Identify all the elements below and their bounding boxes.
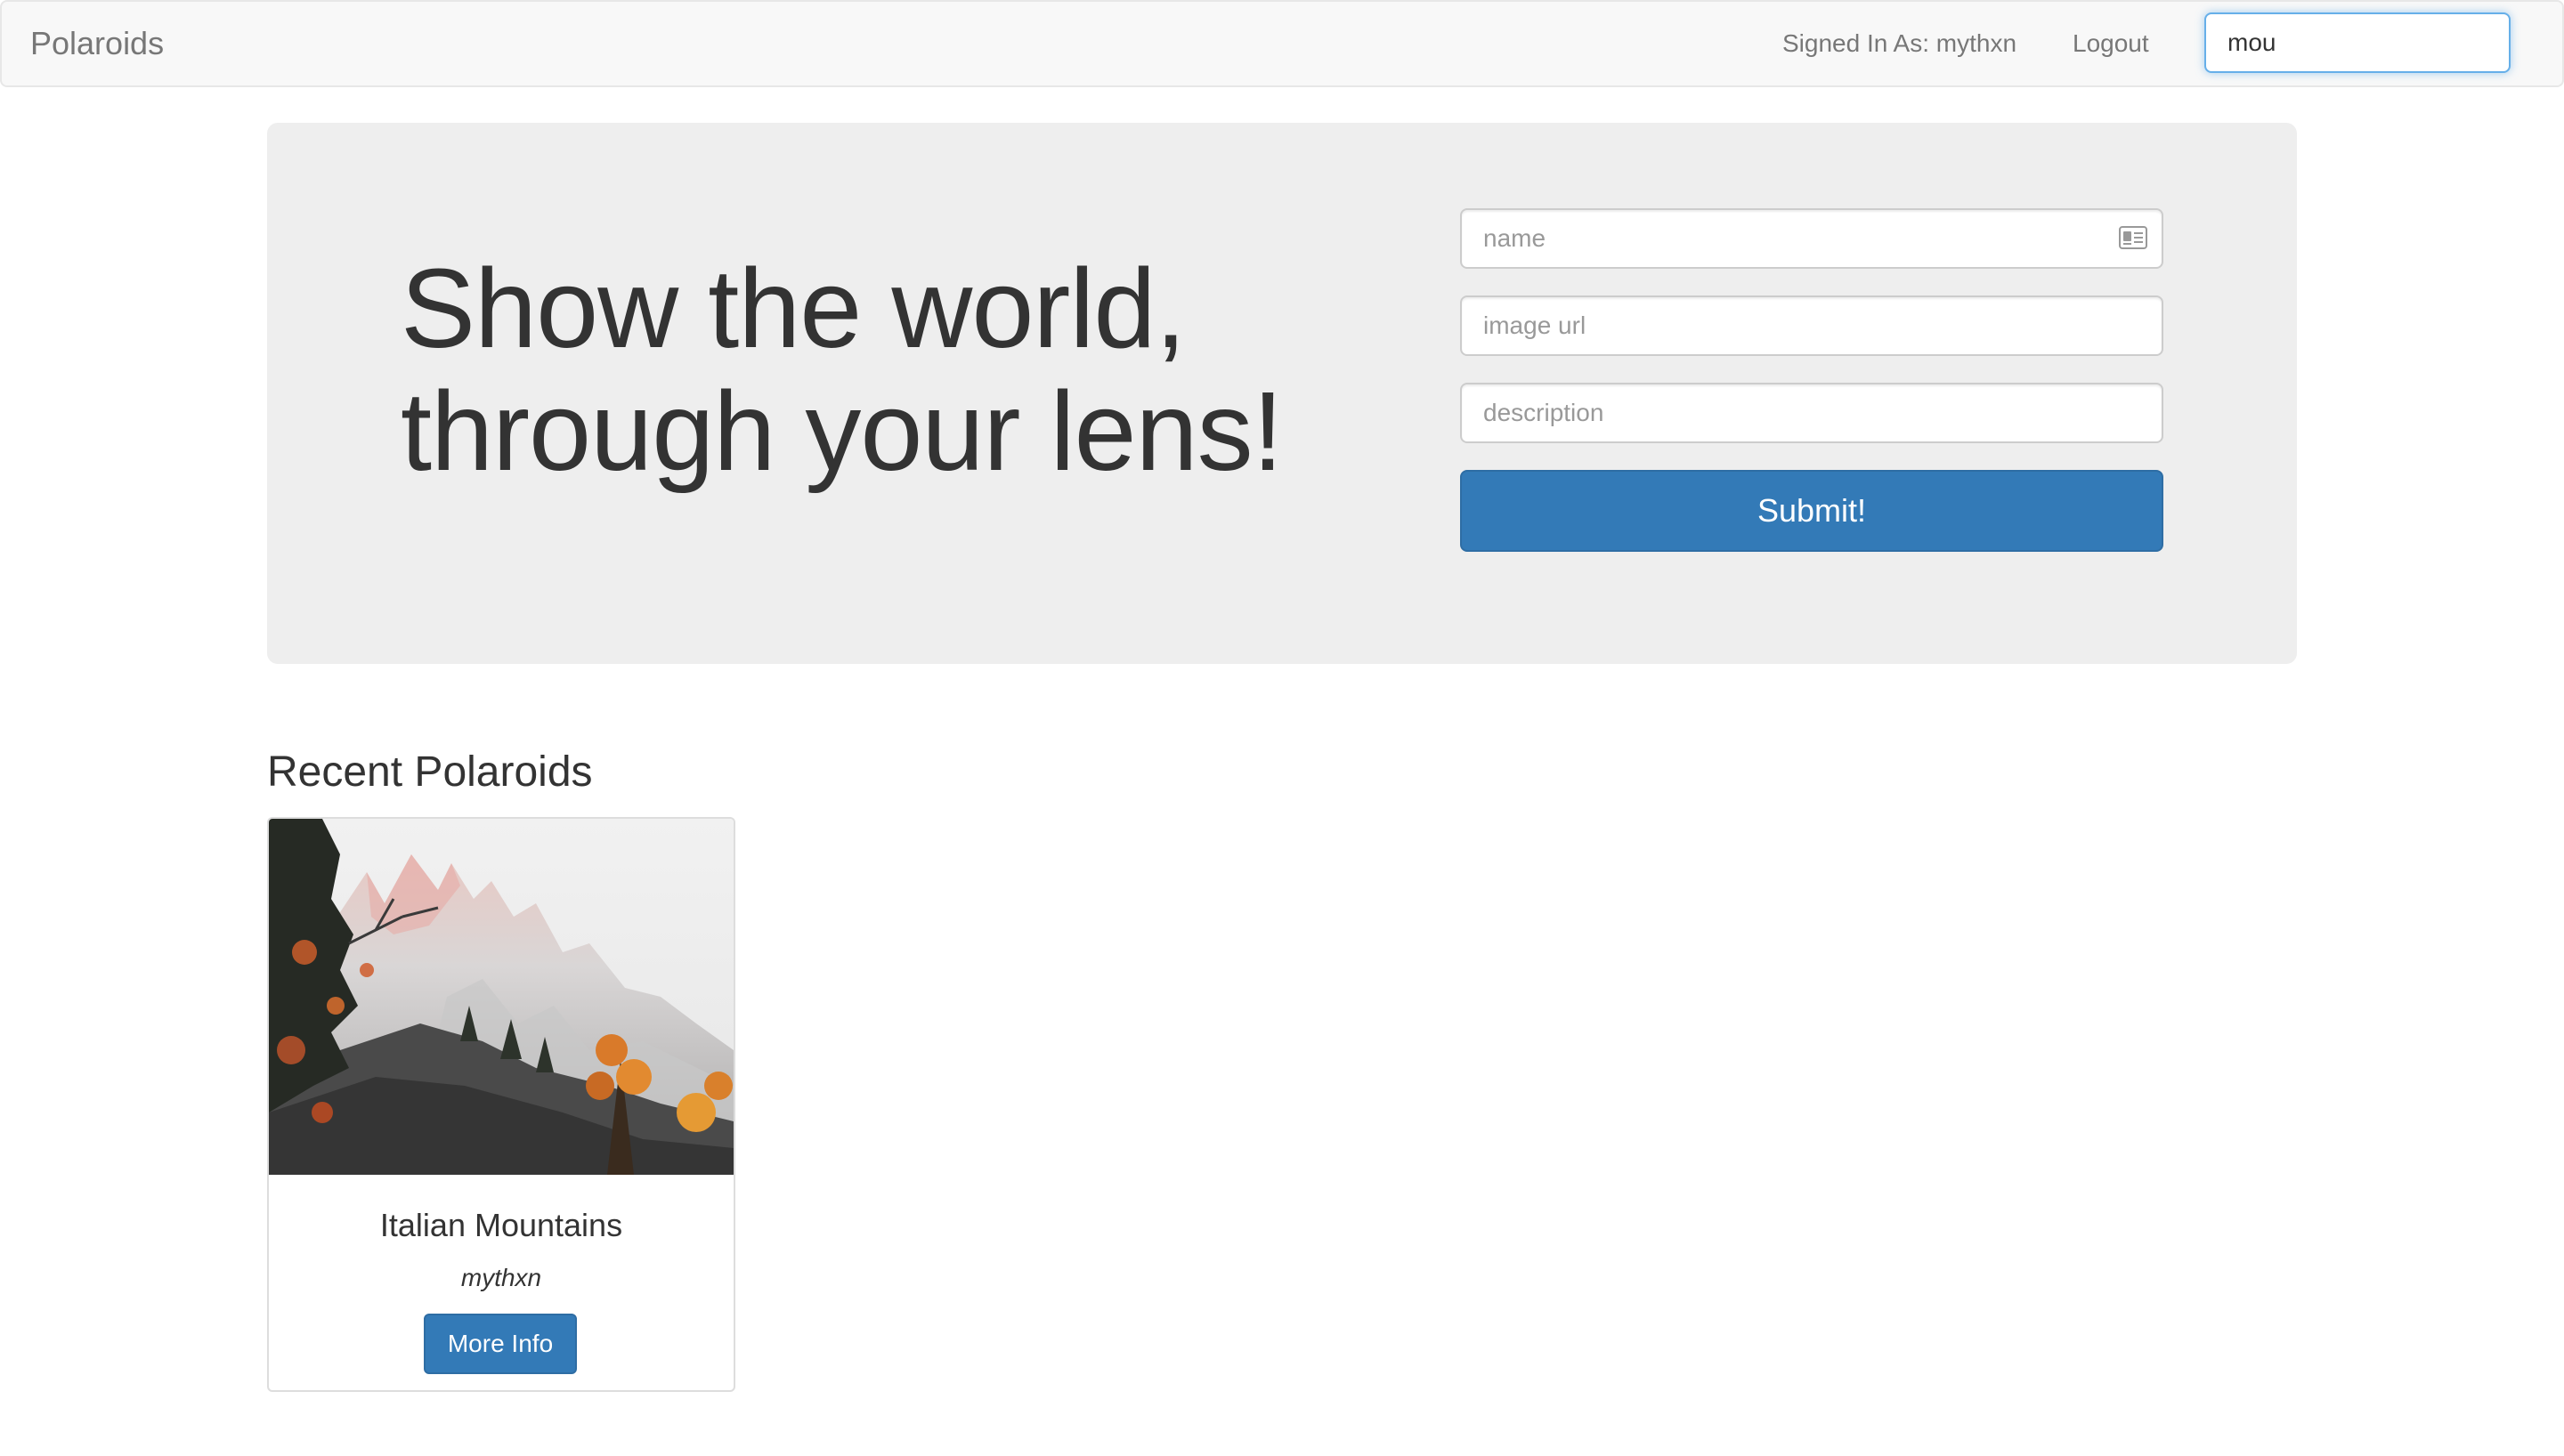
submit-button[interactable]: Submit! (1460, 470, 2163, 552)
search-input[interactable] (2204, 12, 2511, 73)
signed-in-text: Signed In As: mythxn (1782, 29, 2017, 57)
hero-headline: Show the world, through your lens! (401, 247, 1380, 493)
hero-headline-line1: Show the world, (401, 246, 1186, 371)
new-polaroid-form: Submit! (1460, 208, 2163, 552)
hero-jumbotron: Show the world, through your lens! Submi… (267, 123, 2297, 664)
description-input[interactable] (1460, 383, 2163, 443)
description-field-wrapper (1460, 383, 2163, 443)
navbar: Polaroids Signed In As: mythxn Logout (0, 0, 2564, 87)
name-field-wrapper (1460, 208, 2163, 269)
hero-headline-line2: through your lens! (401, 368, 1284, 494)
polaroid-card: Italian Mountains mythxn More Info (267, 817, 735, 1392)
brand-link[interactable]: Polaroids (30, 2, 164, 85)
polaroid-author: mythxn (460, 1264, 542, 1291)
name-input[interactable] (1460, 208, 2163, 269)
recent-polaroids-heading: Recent Polaroids (267, 748, 593, 796)
id-card-icon (2119, 226, 2147, 249)
polaroid-title: Italian Mountains (379, 1207, 623, 1243)
more-info-button[interactable]: More Info (424, 1314, 577, 1374)
mountain-photo (269, 819, 734, 1175)
image-url-field-wrapper (1460, 295, 2163, 356)
logout-link[interactable]: Logout (2073, 2, 2149, 85)
image-url-input[interactable] (1460, 295, 2163, 356)
